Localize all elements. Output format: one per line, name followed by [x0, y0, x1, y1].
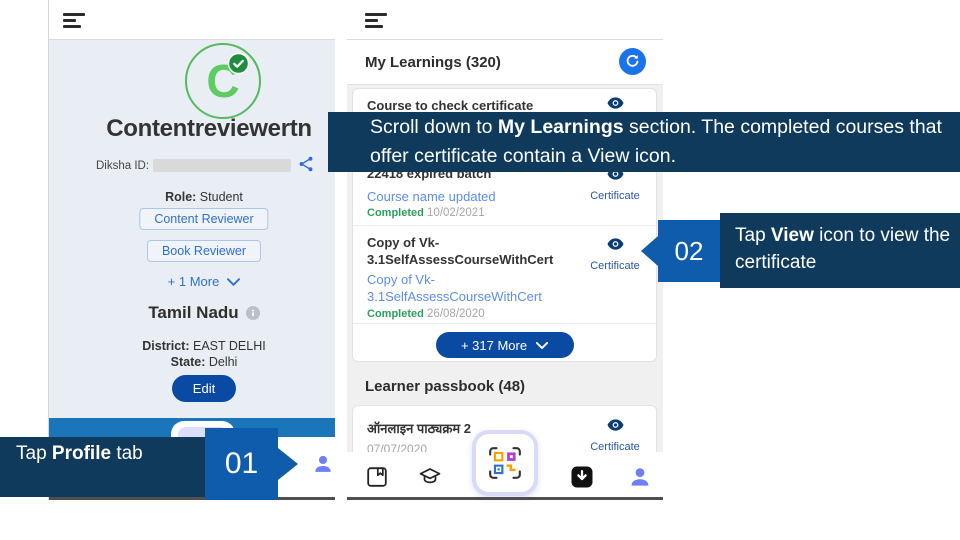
library-tab-icon[interactable] — [365, 465, 389, 489]
qr-code-icon — [487, 445, 523, 481]
my-learnings-title: My Learnings (320) — [365, 54, 501, 71]
view-eye-icon[interactable] — [584, 418, 646, 436]
course-title[interactable]: Copy of Vk-3.1SelfAssessCourseWithCert — [367, 235, 602, 268]
state-row: State: Delhi — [69, 355, 339, 369]
state-value: Delhi — [205, 355, 237, 369]
step2-instruction: Tap View icon to view the certificate — [720, 213, 960, 288]
location-name: Tamil Nadu — [148, 303, 238, 323]
certificate-label: Certificate — [590, 260, 640, 272]
show-more-roles-link[interactable]: + 1 More — [69, 274, 339, 289]
share-icon[interactable] — [297, 155, 315, 173]
courses-tab-icon[interactable] — [418, 465, 442, 489]
screenshot-canvas: C Contentreviewertn Diksha ID: Role: Stu… — [0, 0, 960, 540]
passbook-course-title[interactable]: ऑनलाइन पाठ्यक्रम 2 — [367, 419, 567, 437]
instruction-banner: Scroll down to My Learnings section. The… — [328, 112, 960, 172]
learner-passbook-title: Learner passbook (48) — [365, 378, 525, 395]
downloads-tab-icon[interactable] — [570, 465, 594, 489]
course-batch-link[interactable]: Course name updated — [367, 189, 602, 206]
course-completed-row: Completed 10/02/2021 — [367, 207, 485, 219]
profile-tab-icon[interactable] — [628, 465, 652, 489]
refresh-button[interactable] — [619, 48, 646, 75]
district-value: EAST DELHI — [190, 339, 266, 353]
hamburger-menu-icon[interactable] — [63, 13, 87, 28]
profile-body: C Contentreviewertn Diksha ID: Role: Stu… — [49, 40, 335, 418]
more-courses-label: + 317 More — [461, 338, 527, 353]
profile-screen: C Contentreviewertn Diksha ID: Role: Stu… — [48, 0, 335, 500]
more-roles-label: + 1 More — [168, 274, 220, 289]
step1-instruction: Tap Profile tab — [0, 437, 205, 497]
info-icon[interactable] — [246, 306, 260, 320]
profile-blue-bar — [49, 418, 335, 437]
completed-date: 26/08/2020 — [424, 308, 485, 320]
view-eye-icon[interactable] — [584, 237, 646, 255]
right-top-bar — [347, 0, 663, 40]
location-row: Tamil Nadu — [69, 303, 339, 323]
screenshot-edge — [347, 497, 663, 500]
diksha-id-row: Diksha ID: — [69, 159, 339, 175]
completed-date: 10/02/2021 — [424, 207, 485, 219]
book-reviewer-button[interactable]: Book Reviewer — [147, 240, 261, 262]
verified-badge-icon — [227, 52, 250, 75]
refresh-icon — [624, 53, 641, 70]
screenshot-edge — [49, 497, 335, 500]
chevron-down-icon — [536, 342, 548, 349]
step1-text: Tap — [16, 443, 52, 464]
step2-number: 02 — [658, 220, 720, 282]
my-learnings-screen: My Learnings (320) Course to check certi… — [347, 0, 663, 500]
diksha-id-label: Diksha ID: — [96, 160, 149, 172]
left-top-bar — [49, 0, 335, 40]
step1-bold-text: Profile — [52, 443, 111, 464]
course-completed-row: Completed 26/08/2020 — [367, 308, 485, 320]
district-label: District: — [142, 339, 189, 353]
certificate-view-action[interactable]: Certificate — [584, 418, 646, 455]
district-row: District: EAST DELHI — [69, 339, 339, 353]
banner-text: Scroll down to — [370, 116, 498, 138]
step2-arrow — [641, 236, 658, 266]
diksha-id-redacted — [153, 159, 291, 172]
role-value: Student — [196, 190, 243, 204]
my-learnings-header: My Learnings (320) — [347, 40, 663, 85]
step1-text: tab — [111, 443, 143, 464]
divider — [353, 225, 656, 226]
completed-label: Completed — [367, 207, 424, 219]
step1-arrow — [278, 448, 298, 480]
hamburger-menu-icon[interactable] — [365, 13, 389, 28]
edit-profile-button[interactable]: Edit — [172, 375, 236, 402]
profile-tab-icon[interactable] — [312, 453, 334, 475]
role-row: Role: Student — [69, 190, 339, 204]
certificate-view-action[interactable]: Certificate — [584, 237, 646, 274]
profile-name: Contentreviewertn — [59, 115, 359, 143]
role-label: Role: — [165, 190, 196, 204]
course-batch-link[interactable]: Copy of Vk-3.1SelfAssessCourseWithCert — [367, 272, 602, 305]
content-reviewer-button[interactable]: Content Reviewer — [139, 208, 268, 230]
step1-number: 01 — [205, 428, 278, 500]
completed-label: Completed — [367, 308, 424, 320]
step2-bold-text: View — [771, 225, 814, 246]
divider — [353, 323, 656, 324]
banner-bold-text: My Learnings — [498, 116, 624, 138]
qr-scanner-button[interactable] — [472, 430, 538, 496]
show-more-courses-button[interactable]: + 317 More — [436, 332, 574, 358]
chevron-down-icon — [227, 278, 240, 286]
step2-text: Tap — [735, 225, 771, 246]
state-label: State: — [171, 355, 206, 369]
